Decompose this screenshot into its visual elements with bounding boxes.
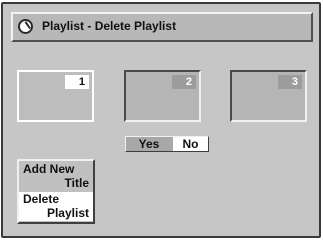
menu-item-label-line1: Add New xyxy=(23,162,75,176)
menu-item-label-line1: Delete xyxy=(23,192,60,206)
side-menu: Add New Title Delete Playlist xyxy=(17,159,95,224)
playlist-thumbnail-3[interactable]: 3 xyxy=(230,70,307,122)
confirm-dialog: Yes No xyxy=(125,136,209,152)
menu-item-delete-playlist[interactable]: Delete Playlist xyxy=(19,192,93,221)
osd-screen: Playlist - Delete Playlist 1 2 3 Yes No … xyxy=(1,2,321,238)
title-bar: Playlist - Delete Playlist xyxy=(11,12,313,42)
yes-button[interactable]: Yes xyxy=(126,137,172,151)
playlist-thumbnail-2[interactable]: 2 xyxy=(124,70,201,122)
thumbnail-number: 1 xyxy=(65,75,89,89)
thumbnail-number: 3 xyxy=(278,75,302,89)
menu-item-add-new-title[interactable]: Add New Title xyxy=(19,162,93,191)
menu-item-label-line2: Title xyxy=(64,176,89,190)
page-title: Playlist - Delete Playlist xyxy=(42,19,177,33)
disc-icon xyxy=(18,19,33,34)
menu-item-label-line2: Playlist xyxy=(46,206,89,220)
playlist-thumbnail-1[interactable]: 1 xyxy=(17,70,94,122)
no-button[interactable]: No xyxy=(173,137,208,151)
thumbnail-number: 2 xyxy=(172,75,196,89)
